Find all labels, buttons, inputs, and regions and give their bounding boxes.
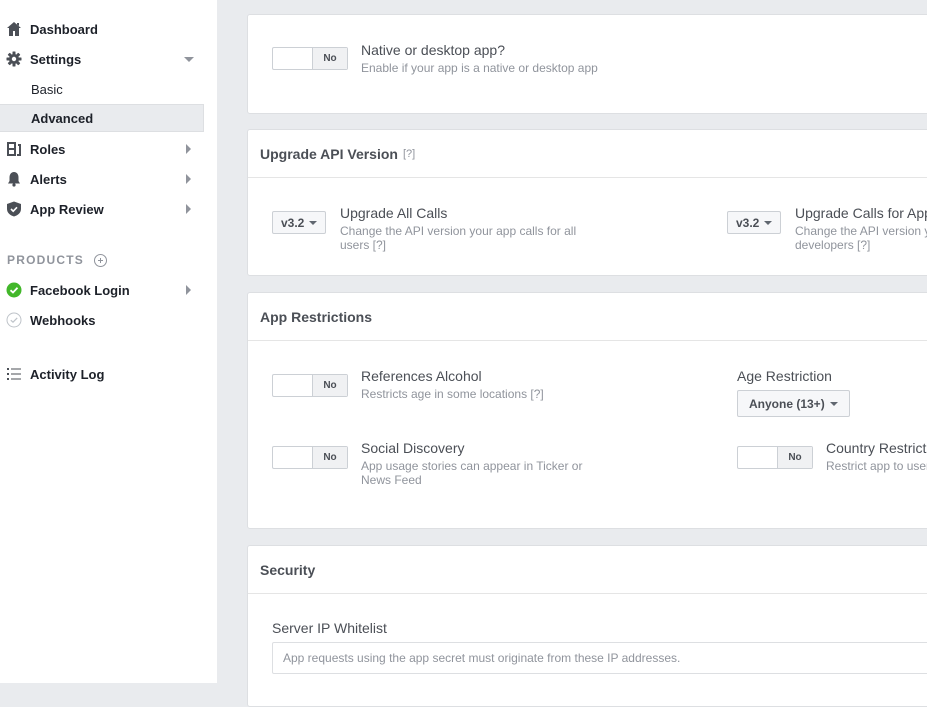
sidebar-item-dashboard[interactable]: Dashboard (0, 14, 205, 44)
references-alcohol-toggle[interactable]: No (272, 374, 348, 397)
toggle-value: No (313, 48, 347, 69)
card-title: Security (260, 561, 316, 578)
help-link[interactable]: [?] (403, 148, 415, 160)
sidebar-item-label: Webhooks (30, 312, 96, 328)
sidebar-subitem-advanced[interactable]: Advanced (0, 104, 204, 132)
list-icon (6, 366, 22, 382)
server-ip-whitelist-input[interactable] (272, 642, 927, 674)
sidebar-item-label: Activity Log (30, 366, 105, 382)
sidebar-subitem-label: Advanced (31, 110, 94, 126)
shield-check-icon (6, 201, 22, 217)
sidebar-subitem-label: Basic (31, 81, 63, 97)
sidebar-item-settings[interactable]: Settings (0, 44, 205, 74)
toggle-value: No (778, 447, 812, 468)
bell-icon (6, 171, 22, 187)
sidebar-item-facebook-login[interactable]: Facebook Login (0, 275, 205, 305)
selected-version: v3.2 (281, 215, 305, 230)
sidebar-item-activity-log[interactable]: Activity Log (0, 359, 205, 389)
native-app-description: Enable if your app is a native or deskto… (361, 61, 598, 75)
sidebar-item-label: Alerts (30, 171, 67, 187)
security-header: Security (248, 546, 927, 594)
sidebar-item-label: Dashboard (30, 21, 98, 37)
sidebar-item-alerts[interactable]: Alerts (0, 164, 205, 194)
social-discovery-toggle[interactable]: No (272, 446, 348, 469)
add-product-icon[interactable] (93, 253, 107, 267)
server-ip-whitelist-label: Server IP Whitelist (272, 620, 387, 636)
country-restricted-description: Restrict app to users in specific countr… (826, 459, 927, 473)
chevron-right-icon (186, 174, 191, 184)
dropdown-arrow-icon (829, 401, 838, 406)
card-title: Upgrade API Version (260, 145, 398, 162)
dropdown-arrow-icon (764, 220, 773, 225)
country-restricted-toggle[interactable]: No (737, 446, 813, 469)
references-alcohol-title: References Alcohol (361, 368, 482, 384)
chevron-down-icon (184, 56, 194, 62)
upgrade-all-calls-version-select[interactable]: v3.2 (272, 211, 327, 234)
upgrade-app-calls-version-select[interactable]: v3.2 (727, 211, 782, 234)
products-header: PRODUCTS (7, 251, 107, 269)
upgrade-api-card: Upgrade API Version [?] v3.2 Upgrade All… (247, 129, 927, 276)
native-app-toggle[interactable]: No (272, 47, 348, 70)
upgrade-app-calls-title: Upgrade Calls for App Roles (795, 205, 927, 221)
chevron-right-icon (186, 285, 191, 295)
check-circle-icon (6, 282, 22, 298)
sidebar-subitem-basic[interactable]: Basic (0, 75, 204, 103)
selected-age: Anyone (13+) (749, 396, 825, 411)
toggle-value: No (313, 375, 347, 396)
roles-icon (6, 141, 22, 157)
sidebar-item-label: App Review (30, 201, 104, 217)
products-header-label: PRODUCTS (7, 253, 84, 267)
chevron-right-icon (186, 204, 191, 214)
card-title: App Restrictions (260, 308, 373, 325)
sidebar-item-label: Facebook Login (30, 282, 130, 298)
upgrade-api-header: Upgrade API Version [?] (248, 130, 927, 178)
sidebar-item-label: Settings (30, 51, 82, 67)
selected-version: v3.2 (736, 215, 760, 230)
social-discovery-title: Social Discovery (361, 440, 465, 456)
app-restrictions-header: App Restrictions (248, 293, 927, 341)
upgrade-app-calls-description: Change the API version your app calls fo… (795, 224, 927, 252)
sidebar-item-roles[interactable]: Roles (0, 134, 205, 164)
toggle-value: No (313, 447, 347, 468)
app-restrictions-card: App Restrictions No References Alcohol R… (247, 292, 927, 529)
dropdown-arrow-icon (309, 220, 318, 225)
check-circle-outline-icon (6, 312, 22, 328)
gear-icon (6, 51, 22, 67)
age-restriction-label: Age Restriction (737, 368, 832, 384)
country-restricted-title: Country Restricted (826, 440, 927, 456)
upgrade-all-calls-title: Upgrade All Calls (340, 205, 448, 221)
references-alcohol-description: Restricts age in some locations [?] (361, 387, 544, 401)
native-app-title: Native or desktop app? (361, 42, 505, 58)
sidebar: Dashboard Settings Basic Advanced Roles … (0, 0, 217, 683)
age-restriction-select[interactable]: Anyone (13+) (737, 390, 850, 417)
upgrade-all-calls-description: Change the API version your app calls fo… (340, 224, 577, 252)
home-icon (6, 21, 22, 37)
native-app-card: No Native or desktop app? Enable if your… (247, 14, 927, 114)
chevron-right-icon (186, 144, 191, 154)
sidebar-item-webhooks[interactable]: Webhooks (0, 305, 205, 335)
social-discovery-description: App usage stories can appear in Ticker o… (361, 459, 583, 487)
sidebar-item-app-review[interactable]: App Review (0, 194, 205, 224)
sidebar-item-label: Roles (30, 141, 66, 157)
